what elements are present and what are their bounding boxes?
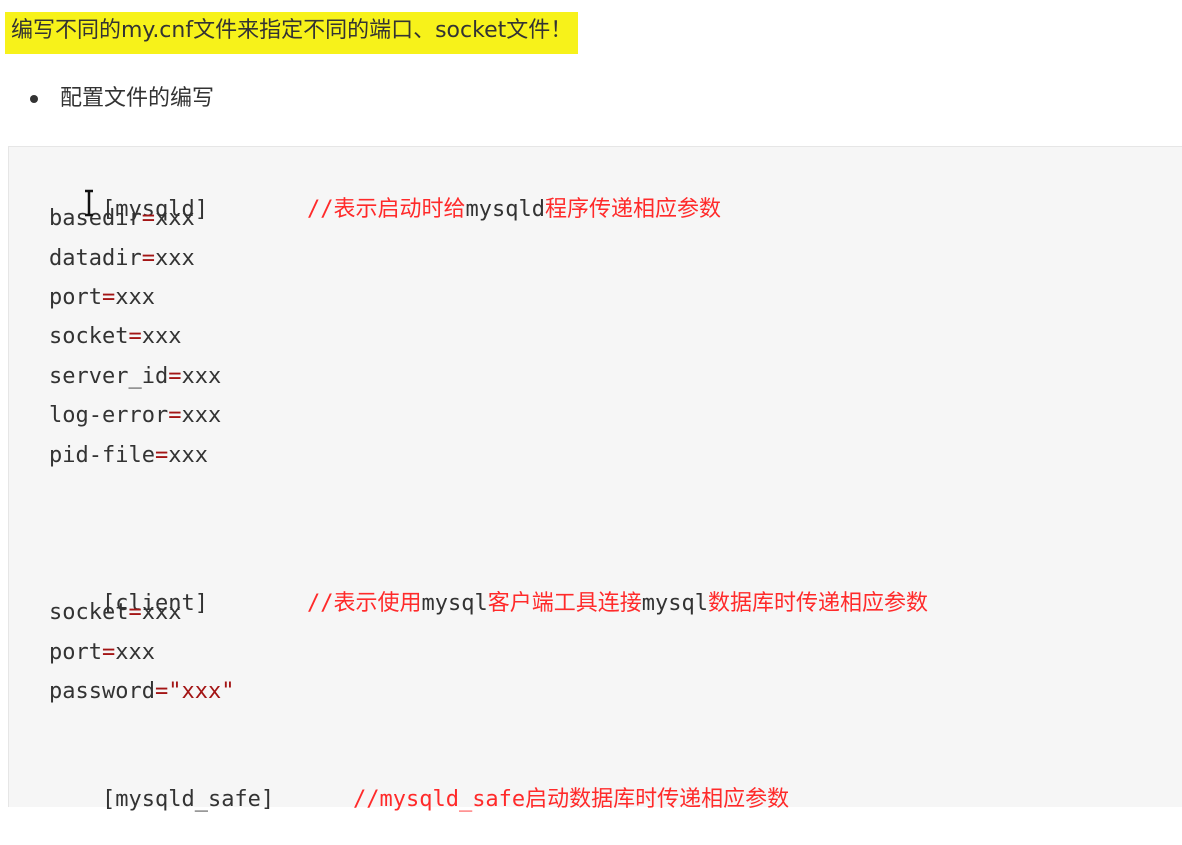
comment-prefix: //表示启动时给: [306, 197, 466, 222]
equals-sign: =: [141, 246, 155, 271]
equals-sign: =: [128, 324, 142, 349]
config-value: xxx: [154, 246, 195, 271]
equals-sign: =: [101, 640, 116, 665]
equals-sign: =: [168, 364, 182, 389]
equals-sign: =: [154, 679, 169, 704]
equals-sign: =: [101, 285, 116, 310]
config-value: xxx: [181, 364, 222, 389]
config-value: xxx: [115, 640, 155, 665]
section-header: [mysqld_safe]: [101, 787, 275, 812]
config-key: server_id: [49, 364, 169, 389]
comment-mono: mysql: [421, 591, 488, 616]
code-line-mysqld-safe-header: [mysqld_safe]: [49, 755, 274, 845]
code-line: port=xxx: [49, 638, 155, 668]
config-value: xxx: [168, 443, 208, 468]
config-key: pid-file: [49, 443, 155, 468]
code-line: basedir=xxx: [49, 204, 195, 234]
code-block[interactable]: [mysqld] //表示启动时给mysqld程序传递相应参数 basedir=…: [8, 146, 1182, 812]
config-value: xxx: [141, 324, 182, 349]
equals-sign: =: [141, 206, 155, 231]
comment-mono: mysql: [641, 591, 708, 616]
config-key: socket: [49, 600, 129, 625]
page-heading: 编写不同的my.cnf文件来指定不同的端口、socket文件！: [5, 12, 579, 54]
config-key: socket: [49, 324, 129, 349]
code-line: password="xxx": [49, 677, 234, 707]
code-line: pid-file=xxx: [49, 441, 208, 471]
code-line: log-error=xxx: [49, 401, 221, 431]
config-value: "xxx": [168, 679, 235, 704]
bullet-text: 配置文件的编写: [60, 86, 215, 111]
config-key: password: [49, 679, 155, 704]
comment-suffix: 数据库时传递相应参数: [707, 591, 928, 616]
equals-sign: =: [154, 443, 169, 468]
code-line: socket=xxx: [49, 322, 181, 352]
config-key: port: [49, 285, 102, 310]
code-comment-mysqld-safe: //mysqld_safe启动数据库时传递相应参数: [325, 755, 789, 845]
comment-mono: //mysqld_safe: [352, 787, 526, 812]
equals-sign: =: [168, 403, 182, 428]
code-comment-mysqld: //表示启动时给mysqld程序传递相应参数: [279, 165, 721, 255]
code-comment-client: //表示使用mysql客户端工具连接mysql数据库时传递相应参数: [279, 559, 928, 649]
code-line: port=xxx: [49, 283, 155, 313]
comment-mid: 客户端工具连接: [487, 591, 642, 616]
comment-suffix: 程序传递相应参数: [544, 197, 721, 222]
config-key: log-error: [49, 403, 169, 428]
comment-suffix: 启动数据库时传递相应参数: [525, 787, 790, 812]
code-line: server_id=xxx: [49, 362, 221, 392]
config-key: basedir: [49, 206, 142, 231]
comment-mono: mysqld: [465, 197, 545, 222]
config-value: xxx: [154, 206, 195, 231]
code-line: datadir=xxx: [49, 244, 195, 274]
config-value: xxx: [115, 285, 155, 310]
config-key: datadir: [49, 246, 142, 271]
config-key: port: [49, 640, 102, 665]
bullet-dot-icon: [30, 95, 38, 103]
code-line: socket=xxx: [49, 598, 181, 628]
bullet-item: 配置文件的编写: [30, 82, 214, 116]
comment-prefix: //表示使用: [306, 591, 422, 616]
text-cursor-icon: [85, 189, 93, 217]
config-value: xxx: [181, 403, 222, 428]
config-value: xxx: [141, 600, 182, 625]
equals-sign: =: [128, 600, 142, 625]
